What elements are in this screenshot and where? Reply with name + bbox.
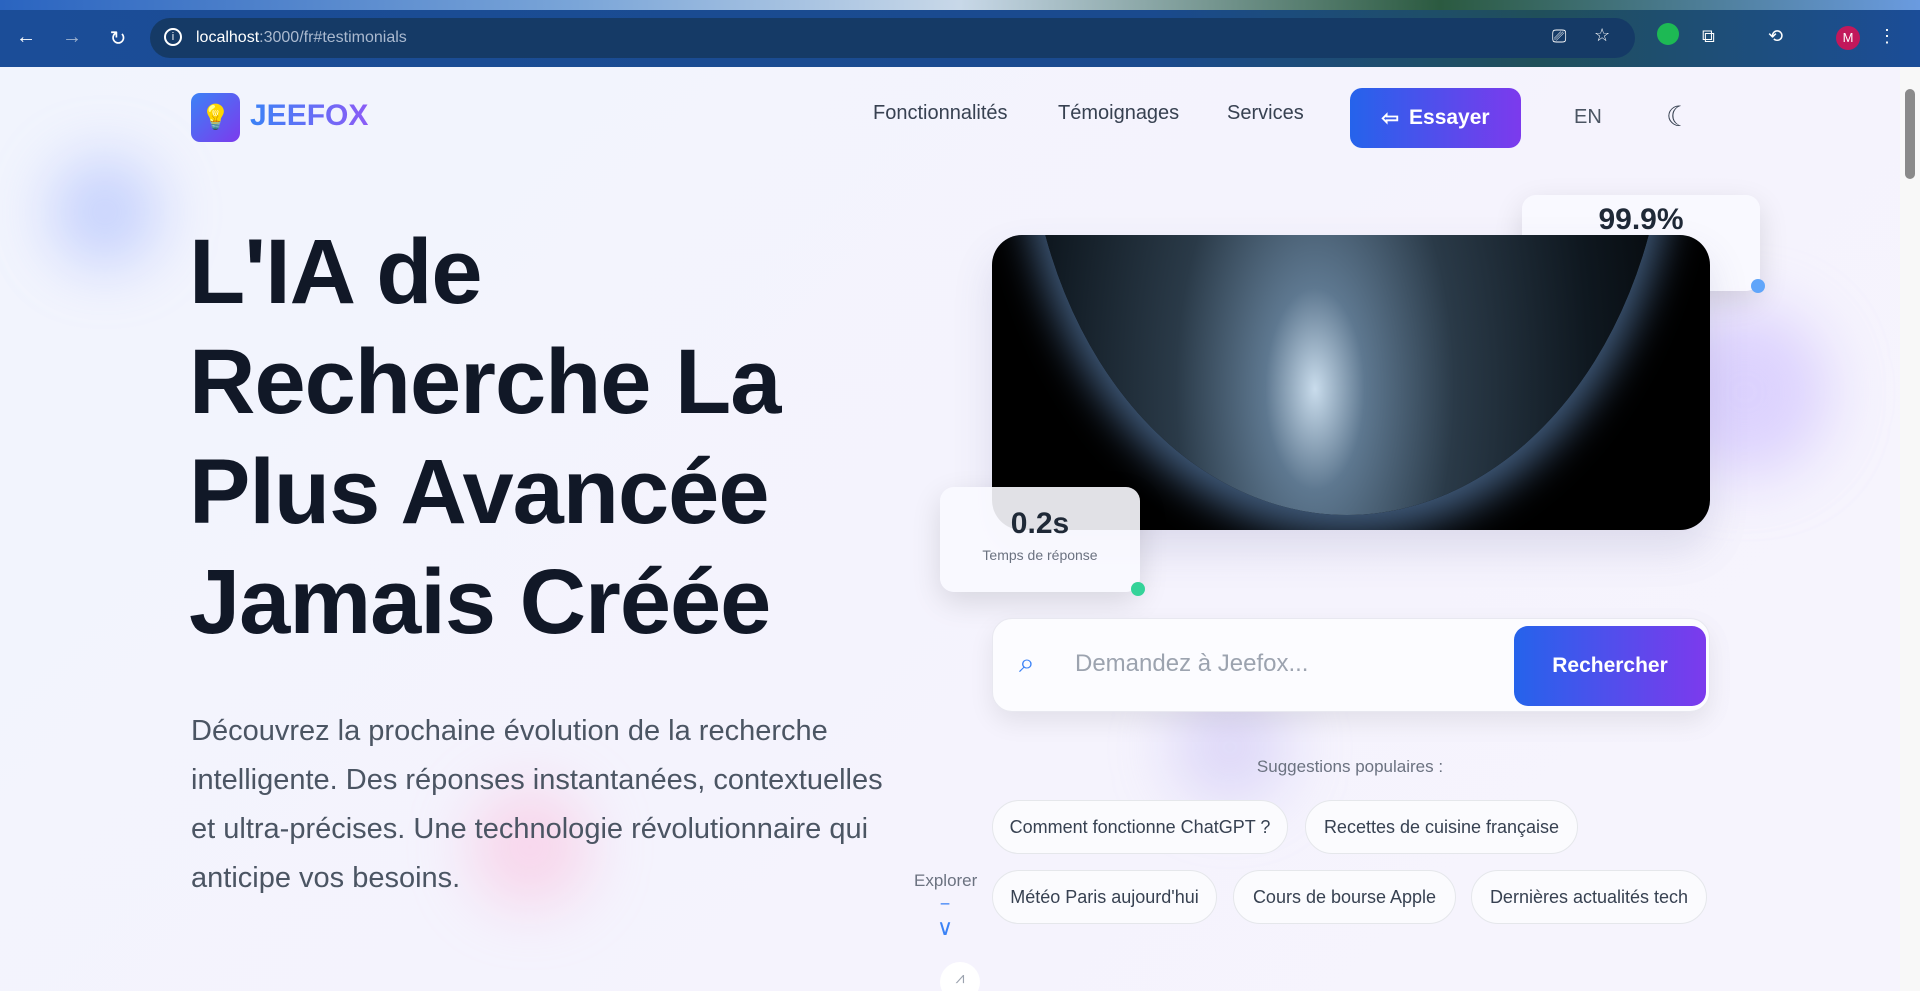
stat-card-response-time: 0.2s Temps de réponse: [940, 487, 1140, 592]
hero-title: L'IA de Recherche La Plus Avancée Jamais…: [189, 221, 781, 653]
dark-mode-moon-icon[interactable]: ☾: [1666, 100, 1691, 133]
suggestion-chip[interactable]: Comment fonctionne ChatGPT ?: [992, 800, 1288, 854]
nuxt-devtools-icon[interactable]: ⩘: [940, 962, 980, 991]
search-box: ⌕ Rechercher: [992, 618, 1710, 712]
scroll-down-chevron-icon[interactable]: ‾ ∨: [937, 903, 953, 939]
stat-value: 99.9%: [1598, 203, 1684, 236]
browser-toolbar: ← → ↻ i localhost:3000/fr#testimonials ⎚…: [0, 0, 1920, 67]
nav-link-temoignages[interactable]: Témoignages: [1058, 102, 1179, 125]
language-toggle[interactable]: EN: [1574, 106, 1602, 129]
search-input[interactable]: [1075, 644, 1495, 684]
suggestion-chip[interactable]: Dernières actualités tech: [1471, 870, 1707, 924]
status-dot: [1751, 279, 1765, 293]
search-button[interactable]: Rechercher: [1514, 626, 1706, 706]
scrollbar-thumb[interactable]: [1905, 89, 1915, 179]
url-host: localhost: [196, 29, 260, 46]
stat-value: 0.2s: [1010, 507, 1070, 540]
address-bar[interactable]: i localhost:3000/fr#testimonials ⎚ ☆: [150, 18, 1635, 58]
logo-lightbulb-icon[interactable]: 💡: [191, 93, 240, 142]
forward-icon[interactable]: →: [60, 26, 84, 49]
try-button-label: Essayer: [1409, 106, 1490, 129]
earth-image: [992, 235, 1710, 530]
profile-avatar[interactable]: M: [1836, 26, 1860, 50]
nav-link-fonctionnalites[interactable]: Fonctionnalités: [873, 102, 1008, 125]
url-text[interactable]: localhost:3000/fr#testimonials: [196, 29, 407, 47]
reload-icon[interactable]: ↻: [106, 26, 130, 51]
bookmark-star-icon[interactable]: ☆: [1594, 25, 1610, 46]
login-icon: ⇦: [1381, 106, 1400, 130]
scrollbar[interactable]: [1900, 67, 1920, 991]
extension-icon[interactable]: [1657, 23, 1679, 45]
tab-strip: [0, 0, 1920, 10]
page: 💡 JEEFOX Fonctionnalités Témoignages Ser…: [0, 67, 1900, 991]
install-app-icon[interactable]: ⎚: [1552, 26, 1566, 47]
history-icon[interactable]: ⟲: [1768, 26, 1783, 47]
suggestion-chip[interactable]: Cours de bourse Apple: [1233, 870, 1456, 924]
site-info-icon[interactable]: i: [164, 28, 182, 46]
back-icon[interactable]: ←: [14, 26, 38, 49]
search-icon: ⌕: [1019, 647, 1035, 678]
menu-kebab-icon[interactable]: ⋮: [1878, 26, 1896, 47]
try-button[interactable]: ⇦ Essayer: [1350, 88, 1521, 148]
extensions-puzzle-icon[interactable]: ⧉: [1702, 26, 1715, 47]
status-dot: [1131, 582, 1145, 596]
suggestion-chip[interactable]: Recettes de cuisine française: [1305, 800, 1578, 854]
brand-name[interactable]: JEEFOX: [250, 99, 368, 133]
url-path: :3000/fr#testimonials: [259, 29, 407, 46]
suggestion-chip[interactable]: Météo Paris aujourd'hui: [992, 870, 1217, 924]
decor-blob: [50, 157, 160, 267]
suggestions-label: Suggestions populaires :: [1256, 757, 1444, 776]
nav-link-services[interactable]: Services: [1227, 102, 1304, 125]
explore-label[interactable]: Explorer: [914, 871, 977, 891]
hero-description: Découvrez la prochaine évolution de la r…: [191, 715, 883, 894]
stat-label: Temps de réponse: [982, 547, 1098, 563]
